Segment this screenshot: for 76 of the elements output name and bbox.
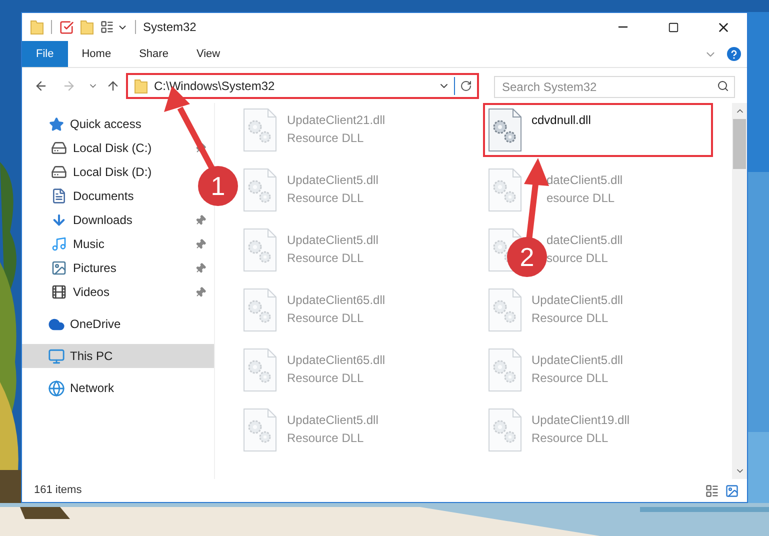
navigation-label: OneDrive xyxy=(70,316,121,333)
navigation-item[interactable]: Network xyxy=(22,376,118,400)
navigation-item[interactable]: Music xyxy=(22,232,214,256)
file-type: Resource DLL xyxy=(287,430,365,447)
monitor-icon xyxy=(48,348,64,364)
details-view-icon[interactable] xyxy=(705,484,719,498)
navigation-item[interactable]: This PC xyxy=(22,344,214,368)
file-type: Resource DLL xyxy=(287,130,365,147)
file-type: Resource DLL xyxy=(287,310,365,327)
file-name: UpdateClient5.dll xyxy=(287,232,378,249)
folder-icon xyxy=(30,19,44,35)
file-name: dateClient5.dll xyxy=(546,232,623,249)
music-note-icon xyxy=(51,236,67,252)
properties-icon[interactable] xyxy=(59,20,74,34)
film-icon xyxy=(51,284,67,300)
navigation-label: Quick access xyxy=(70,116,142,133)
navigation-label: Downloads xyxy=(73,212,134,229)
navigation-item[interactable]: Videos xyxy=(22,280,214,304)
navigation-item[interactable]: Local Disk (D:) xyxy=(22,160,156,184)
ribbon-tab[interactable]: Share xyxy=(125,41,182,67)
file-type: source DLL xyxy=(546,250,609,267)
refresh-icon[interactable] xyxy=(460,80,472,92)
navigation-item[interactable]: Quick access xyxy=(22,112,146,136)
file-name: UpdateClient5.dll xyxy=(287,172,378,189)
network-icon xyxy=(48,380,64,396)
file-name: UpdateClient65.dll xyxy=(287,352,386,369)
file-type: Resource DLL xyxy=(287,190,365,207)
up-button[interactable] xyxy=(106,78,120,92)
ribbon-tab[interactable]: View xyxy=(182,41,234,67)
file-name: UpdateClient19.dll xyxy=(532,412,630,429)
search-icon[interactable] xyxy=(717,80,729,92)
maximize-button[interactable] xyxy=(668,22,679,32)
navigation-label: Documents xyxy=(73,188,134,205)
ribbon-tab[interactable]: File xyxy=(22,41,68,67)
navigation-item[interactable]: Downloads xyxy=(22,208,214,232)
file-name: UpdateClient5.dll xyxy=(532,292,623,309)
file-type: Resource DLL xyxy=(532,370,610,387)
address-path: C:\Windows\System32 xyxy=(154,78,276,94)
large-icons-view-icon[interactable] xyxy=(725,484,739,498)
navigation-label: Network xyxy=(70,380,114,397)
scroll-thumb[interactable] xyxy=(733,119,746,169)
star-icon xyxy=(48,116,64,132)
ribbon-tab[interactable]: Home xyxy=(68,41,126,67)
navigation-label: Videos xyxy=(73,284,110,301)
navigation-label: Music xyxy=(73,236,106,253)
file-name: UpdateClient21.dll xyxy=(287,112,386,129)
picture-icon xyxy=(51,260,67,276)
address-bar[interactable]: C:\Windows\System32 xyxy=(126,72,479,98)
item-count: 161 items xyxy=(34,483,83,498)
back-button[interactable] xyxy=(34,78,48,92)
navigation-item[interactable]: Documents xyxy=(22,184,138,208)
file-type: Resource DLL xyxy=(287,250,365,267)
navigation-label: Pictures xyxy=(73,260,118,277)
view-icon[interactable] xyxy=(100,20,114,34)
help-icon[interactable] xyxy=(727,47,741,61)
file-name: UpdateClient5.dll xyxy=(287,412,378,429)
scrollbar[interactable] xyxy=(732,103,747,479)
file-type: esource DLL xyxy=(546,190,616,207)
file-name: dateClient5.dll xyxy=(546,172,623,189)
file-type: Resource DLL xyxy=(532,310,610,327)
search-field[interactable]: Search System32 xyxy=(494,76,735,98)
navigation-item[interactable]: Pictures xyxy=(22,256,214,280)
folder-icon xyxy=(134,78,148,94)
window-title: System32 xyxy=(143,19,196,36)
download-icon xyxy=(51,212,67,228)
navigation-label: This PC xyxy=(70,348,114,365)
file-type: Resource DLL xyxy=(287,370,365,387)
file-name: UpdateClient65.dll xyxy=(287,292,386,309)
file-name: cdvdnull.dll xyxy=(532,112,591,129)
navigation-item[interactable]: OneDrive xyxy=(22,312,125,336)
file-type: Resource DLL xyxy=(532,430,610,447)
navigation-label: Local Disk (C:) xyxy=(73,140,153,157)
new-folder-icon xyxy=(80,19,94,35)
document-icon xyxy=(51,188,67,204)
file-name: UpdateClient5.dll xyxy=(532,352,623,369)
navigation-label: Local Disk (D:) xyxy=(73,164,152,181)
